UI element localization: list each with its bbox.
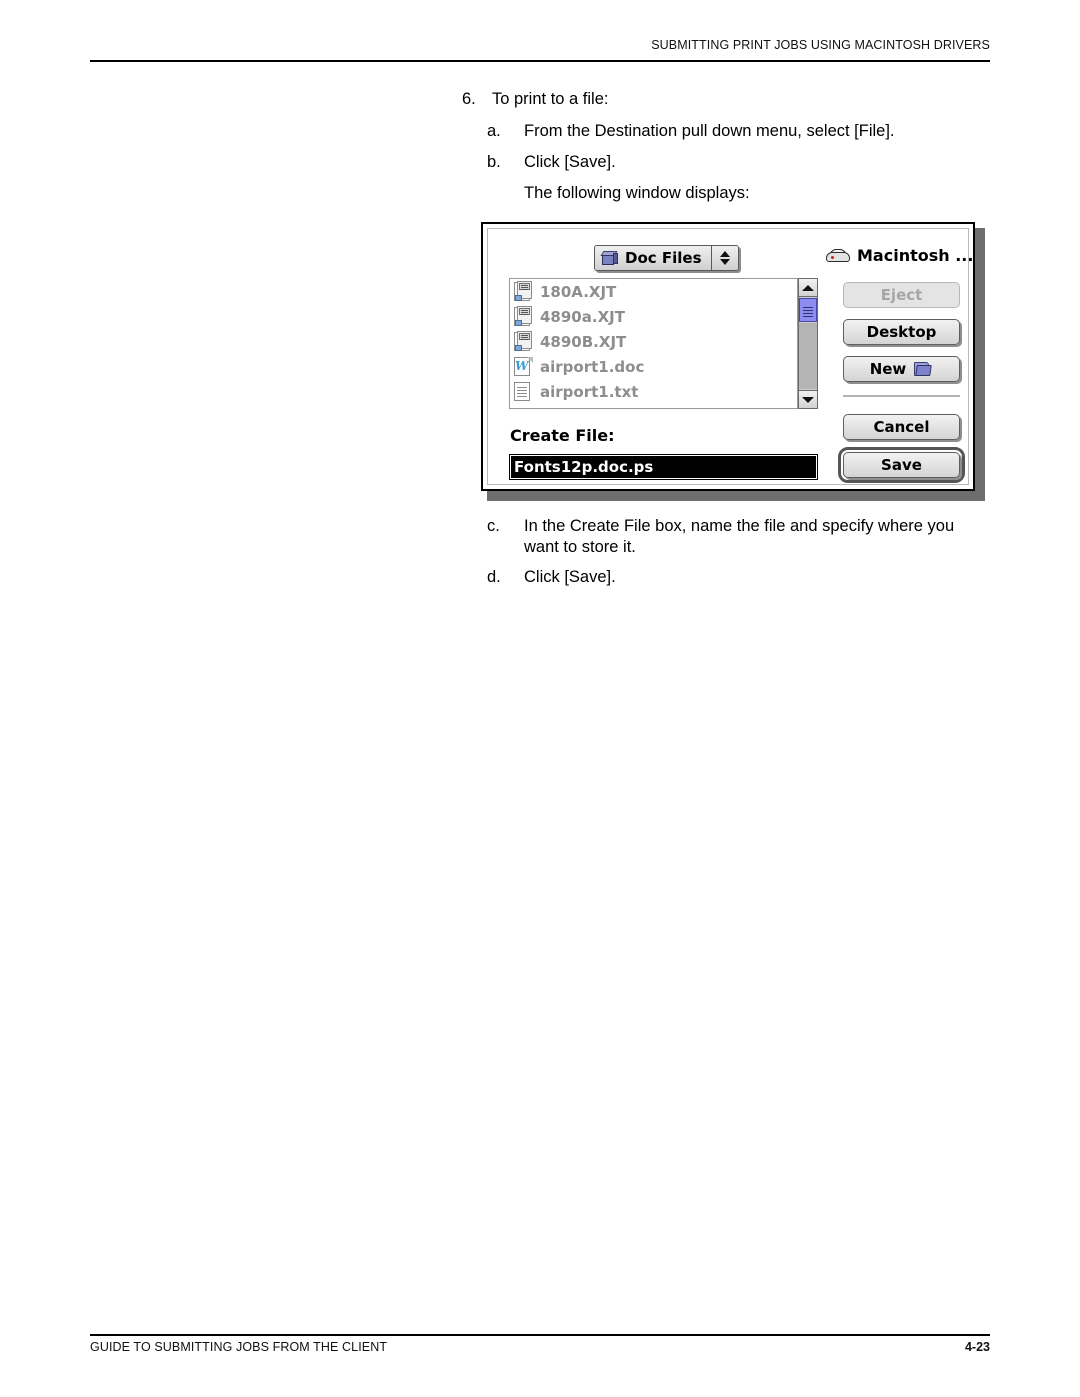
location-popup-label-group: Doc Files xyxy=(595,246,711,270)
file-list-scrollbar[interactable] xyxy=(798,278,818,409)
header-rule xyxy=(90,60,990,62)
step-b-text: Click [Save]. xyxy=(524,153,616,171)
step-6: 6. To print to a file: xyxy=(462,89,982,110)
volume-name: Macintosh ... xyxy=(857,246,974,265)
cancel-button[interactable]: Cancel xyxy=(843,414,960,440)
desktop-button-label: Desktop xyxy=(866,323,937,341)
scroll-down-arrow-icon[interactable] xyxy=(799,390,817,408)
new-folder-button[interactable]: New xyxy=(843,356,960,382)
running-head-text: SUBMITTING PRINT JOBS USING MACINTOSH DR… xyxy=(651,38,990,52)
step-d: d. Click [Save]. xyxy=(487,567,987,588)
step-a: a. From the Destination pull down menu, … xyxy=(487,121,987,142)
scrollbar-thumb[interactable] xyxy=(799,298,817,322)
xjt-document-icon xyxy=(514,330,533,352)
save-dialog: Doc Files Macintosh ... 180A.XJT 4890a.X… xyxy=(481,222,975,491)
location-popup-menu[interactable]: Doc Files xyxy=(594,245,739,271)
step-a-marker: a. xyxy=(487,122,501,140)
up-down-arrows-icon[interactable] xyxy=(710,246,738,270)
file-list[interactable]: 180A.XJT 4890a.XJT 4890B.XJT W airport1.… xyxy=(509,278,798,409)
xjt-document-icon xyxy=(514,280,533,302)
save-button[interactable]: Save xyxy=(843,452,960,478)
step-c-text: In the Create File box, name the file an… xyxy=(524,517,955,556)
list-item[interactable]: 4890B.XJT xyxy=(510,329,797,354)
save-dialog-figure: Doc Files Macintosh ... 180A.XJT 4890a.X… xyxy=(481,222,985,501)
new-folder-icon xyxy=(914,361,933,377)
scrollbar-thumb-grip-icon xyxy=(803,309,813,311)
text-document-icon xyxy=(514,381,533,402)
scrollbar-track[interactable] xyxy=(799,323,817,389)
scroll-up-glyph xyxy=(802,284,814,291)
step-d-marker: d. xyxy=(487,568,501,586)
list-item-label: 180A.XJT xyxy=(540,282,617,301)
hard-disk-icon xyxy=(826,249,850,262)
button-group-divider xyxy=(843,395,960,397)
running-foot-text: GUIDE TO SUBMITTING JOBS FROM THE CLIENT xyxy=(90,1340,388,1354)
xjt-document-icon xyxy=(514,305,533,327)
scroll-down-glyph xyxy=(802,396,814,403)
save-button-label: Save xyxy=(881,456,922,474)
create-file-label: Create File: xyxy=(510,426,615,445)
step-b-marker: b. xyxy=(487,153,501,171)
list-item-label: airport1.doc xyxy=(540,357,645,376)
arrow-down-glyph xyxy=(719,259,730,265)
word-document-icon: W xyxy=(514,356,533,377)
page-number: 4-23 xyxy=(964,1340,990,1354)
step-d-text: Click [Save]. xyxy=(524,568,616,586)
folder-box-icon xyxy=(600,250,619,266)
list-item[interactable]: airport1.txt xyxy=(510,379,797,404)
footer-rule xyxy=(90,1334,990,1336)
save-button-default-ring: Save xyxy=(838,447,965,483)
step-c-marker: c. xyxy=(487,517,500,535)
volume-indicator: Macintosh ... xyxy=(826,246,973,265)
list-item-label: airport1.txt xyxy=(540,382,639,401)
create-file-value: Fonts12p.doc.ps xyxy=(511,456,816,478)
list-item-label: 4890a.XJT xyxy=(540,307,625,326)
step-a-text: From the Destination pull down menu, sel… xyxy=(524,122,895,140)
eject-button[interactable]: Eject xyxy=(843,282,960,308)
step-note: The following window displays: xyxy=(524,183,984,204)
new-button-label: New xyxy=(869,360,907,378)
list-item-label: 4890B.XJT xyxy=(540,332,627,351)
step-6-text: To print to a file: xyxy=(492,90,609,108)
create-file-input[interactable]: Fonts12p.doc.ps xyxy=(509,454,818,480)
page-running-header: SUBMITTING PRINT JOBS USING MACINTOSH DR… xyxy=(90,38,990,57)
cancel-button-label: Cancel xyxy=(873,418,930,436)
step-b: b. Click [Save]. xyxy=(487,152,987,173)
location-popup-label: Doc Files xyxy=(625,249,702,267)
scroll-up-arrow-icon[interactable] xyxy=(799,279,817,297)
list-item[interactable]: W airport1.doc xyxy=(510,354,797,379)
dialog-inner-frame: Doc Files Macintosh ... 180A.XJT 4890a.X… xyxy=(487,228,973,485)
step-note-text: The following window displays: xyxy=(524,184,750,202)
page-running-footer: GUIDE TO SUBMITTING JOBS FROM THE CLIENT… xyxy=(90,1340,990,1354)
desktop-button[interactable]: Desktop xyxy=(843,319,960,345)
list-item[interactable]: 4890a.XJT xyxy=(510,304,797,329)
list-item[interactable]: 180A.XJT xyxy=(510,279,797,304)
arrow-up-glyph xyxy=(719,251,730,257)
eject-button-label: Eject xyxy=(880,286,923,304)
step-c: c. In the Create File box, name the file… xyxy=(487,516,992,558)
step-6-marker: 6. xyxy=(462,90,476,108)
